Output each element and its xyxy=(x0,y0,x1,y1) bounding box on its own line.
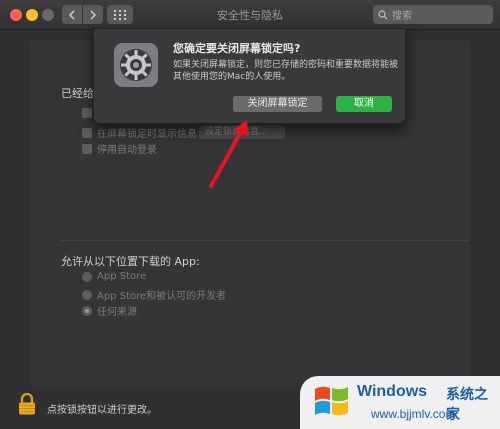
confirm-dialog: 您确定要关闭屏幕锁定吗? 如果关闭屏幕锁定，则您已存储的密码和重要数据将能被其他… xyxy=(93,28,406,124)
search-icon xyxy=(378,9,388,19)
section-divider xyxy=(60,240,470,241)
show-all-button[interactable] xyxy=(107,5,133,24)
title-bar: 安全性与隐私 搜索 xyxy=(0,0,500,30)
lock-hint-text: 点按锁按钮以进行更改。 xyxy=(47,405,157,416)
disable-autologin-option[interactable]: 停用自动登录 xyxy=(82,141,157,156)
source-anywhere-radio[interactable] xyxy=(82,305,92,316)
source-app-store[interactable]: App Store xyxy=(82,271,146,282)
window-title: 安全性与隐私 xyxy=(217,9,283,22)
dialog-message: 如果关闭屏幕锁定，则您已存储的密码和重要数据将能被其他使用您的Mac的人使用。 xyxy=(173,60,399,82)
show-message-label: 在屏幕锁定时显示信息 xyxy=(97,129,197,140)
source-identified-label: App Store和被认可的开发者 xyxy=(97,291,227,302)
annotation-arrow xyxy=(209,120,248,188)
system-preferences-icon xyxy=(114,43,158,87)
hidden-option-row[interactable] xyxy=(82,108,92,118)
source-app-store-label: App Store xyxy=(97,271,147,282)
general-section-label: 已经给 xyxy=(61,87,94,100)
watermark-brand: Windows xyxy=(357,383,428,400)
show-message-checkbox[interactable] xyxy=(82,127,92,138)
cancel-button[interactable]: 取消 xyxy=(336,96,392,112)
source-identified-radio[interactable] xyxy=(82,289,92,300)
windows-logo-icon xyxy=(315,386,348,416)
zoom-window-button[interactable] xyxy=(42,9,54,21)
source-app-store-radio[interactable] xyxy=(82,271,92,282)
download-section-label: 允许从以下位置下载的 App: xyxy=(61,255,200,268)
back-button[interactable] xyxy=(62,5,82,24)
show-message-option[interactable]: 在屏幕锁定时显示信息 xyxy=(82,125,197,140)
source-anywhere-label: 任何来源 xyxy=(97,307,137,318)
source-anywhere[interactable]: 任何来源 xyxy=(82,303,137,318)
lock-button[interactable] xyxy=(18,392,36,419)
dialog-title: 您确定要关闭屏幕锁定吗? xyxy=(173,42,301,55)
minimize-window-button[interactable] xyxy=(26,9,38,21)
source-identified-developers[interactable]: App Store和被认可的开发者 xyxy=(82,287,226,302)
forward-button[interactable] xyxy=(83,5,103,24)
grid-icon xyxy=(114,9,126,20)
search-field[interactable]: 搜索 xyxy=(373,5,493,24)
disable-autologin-checkbox[interactable] xyxy=(82,143,92,154)
lock-icon xyxy=(19,392,35,415)
chevron-left-icon xyxy=(68,9,75,20)
chevron-right-icon xyxy=(90,9,97,20)
turn-off-screen-lock-button[interactable]: 关闭屏幕锁定 xyxy=(233,96,322,112)
watermark-url: www.bjjmlv.com xyxy=(371,407,456,421)
search-placeholder: 搜索 xyxy=(392,11,412,22)
disable-autologin-label: 停用自动登录 xyxy=(97,145,157,156)
gear-icon xyxy=(120,49,152,81)
close-window-button[interactable] xyxy=(10,9,22,21)
checkbox[interactable] xyxy=(82,108,92,118)
